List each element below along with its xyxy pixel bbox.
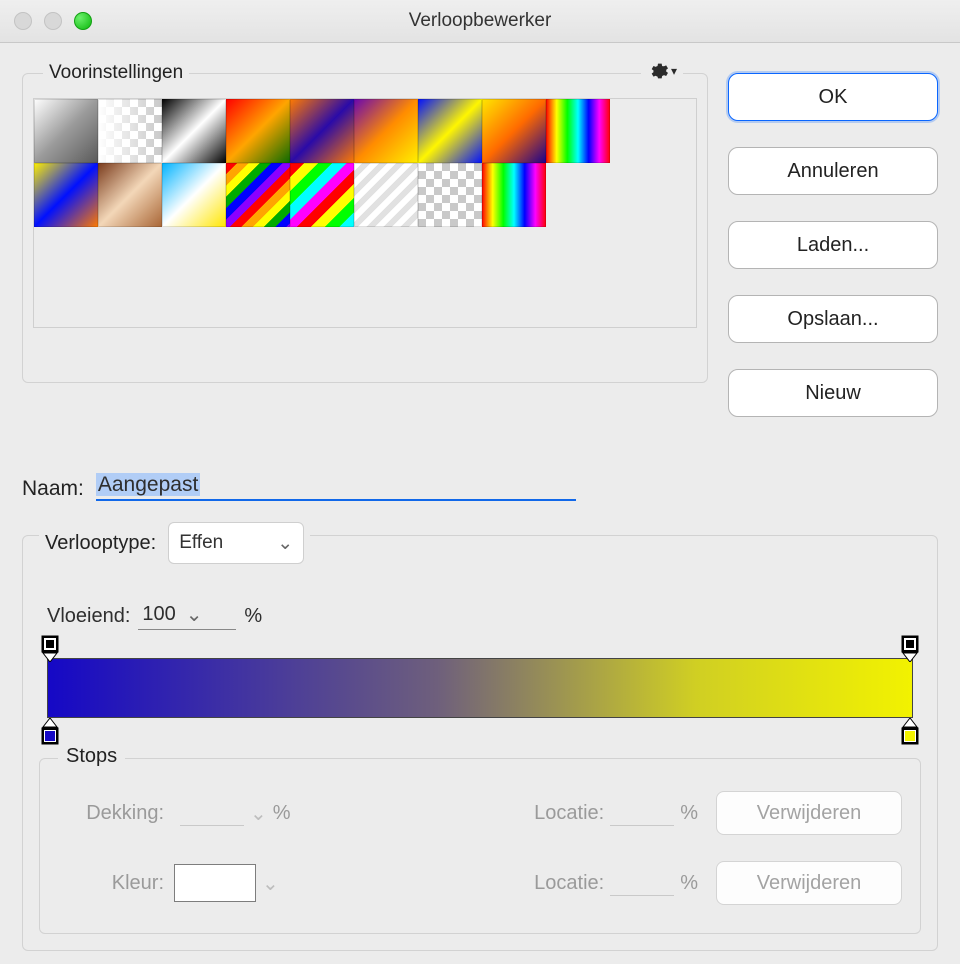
preset-swatch[interactable] xyxy=(98,99,162,163)
gradient-type-select[interactable]: Effen ⌄ xyxy=(168,522,304,564)
gear-icon xyxy=(647,60,669,82)
preset-swatch[interactable] xyxy=(34,99,98,163)
gradient-type-label: Verlooptype: xyxy=(45,532,156,555)
percent-sign: % xyxy=(244,605,262,628)
color-stop-start[interactable] xyxy=(39,718,61,746)
opacity-location-input xyxy=(610,801,674,826)
load-button[interactable]: Laden... xyxy=(728,221,938,269)
delete-color-stop-button[interactable]: Verwijderen xyxy=(716,861,902,905)
color-location-label: Locatie: xyxy=(534,872,604,895)
preset-swatch[interactable] xyxy=(418,163,482,227)
window-title: Verloopbewerker xyxy=(0,10,960,32)
preset-swatch[interactable] xyxy=(290,99,354,163)
save-button[interactable]: Opslaan... xyxy=(728,295,938,343)
gradient-bar[interactable] xyxy=(47,658,913,718)
color-swatch[interactable] xyxy=(174,864,256,902)
new-button[interactable]: Nieuw xyxy=(728,369,938,417)
name-input[interactable]: Aangepast xyxy=(96,471,576,501)
opacity-location-label: Locatie: xyxy=(534,802,604,825)
stops-group: Stops Dekking: ⌄ % Locatie: % Verwijdere… xyxy=(39,758,921,934)
chevron-down-icon: ⌄ xyxy=(277,532,293,555)
percent-sign: % xyxy=(273,802,291,825)
preset-swatch[interactable] xyxy=(226,163,290,227)
preset-swatch[interactable] xyxy=(546,99,610,163)
presets-legend: Voorinstellingen xyxy=(43,62,189,84)
preset-swatch[interactable] xyxy=(354,163,418,227)
title-bar: Verloopbewerker xyxy=(0,0,960,43)
chevron-down-icon: ⌄ xyxy=(186,602,203,627)
preset-swatch[interactable] xyxy=(34,163,98,227)
percent-sign: % xyxy=(680,872,698,895)
ok-button[interactable]: OK xyxy=(728,73,938,121)
preset-swatch[interactable] xyxy=(162,99,226,163)
preset-swatch[interactable] xyxy=(482,163,546,227)
color-label: Kleur: xyxy=(58,872,164,895)
color-location-input xyxy=(610,871,674,896)
gradient-settings-group: Verlooptype: Effen ⌄ Vloeiend: 100 ⌄ % xyxy=(22,535,938,951)
opacity-label: Dekking: xyxy=(58,802,164,825)
preset-swatch[interactable] xyxy=(290,163,354,227)
chevron-down-icon: ⌄ xyxy=(250,801,267,826)
presets-list[interactable] xyxy=(33,98,697,328)
cancel-button[interactable]: Annuleren xyxy=(728,147,938,195)
opacity-input xyxy=(180,801,244,826)
smoothness-label: Vloeiend: xyxy=(47,605,130,628)
color-stop-end[interactable] xyxy=(899,718,921,746)
preset-swatch[interactable] xyxy=(354,99,418,163)
opacity-stop-start[interactable] xyxy=(39,634,61,662)
percent-sign: % xyxy=(680,802,698,825)
preset-swatch[interactable] xyxy=(98,163,162,227)
preset-swatch[interactable] xyxy=(162,163,226,227)
name-label: Naam: xyxy=(22,477,84,501)
delete-opacity-stop-button[interactable]: Verwijderen xyxy=(716,791,902,835)
presets-group: Voorinstellingen ▾ xyxy=(22,73,708,383)
opacity-stop-end[interactable] xyxy=(899,634,921,662)
presets-menu-button[interactable]: ▾ xyxy=(641,60,683,82)
stops-legend: Stops xyxy=(58,745,125,768)
chevron-down-icon: ⌄ xyxy=(262,871,279,896)
gradient-editor[interactable] xyxy=(47,658,913,718)
preset-swatch[interactable] xyxy=(418,99,482,163)
smoothness-input[interactable]: 100 ⌄ xyxy=(138,602,236,630)
preset-swatch[interactable] xyxy=(482,99,546,163)
preset-swatch[interactable] xyxy=(226,99,290,163)
